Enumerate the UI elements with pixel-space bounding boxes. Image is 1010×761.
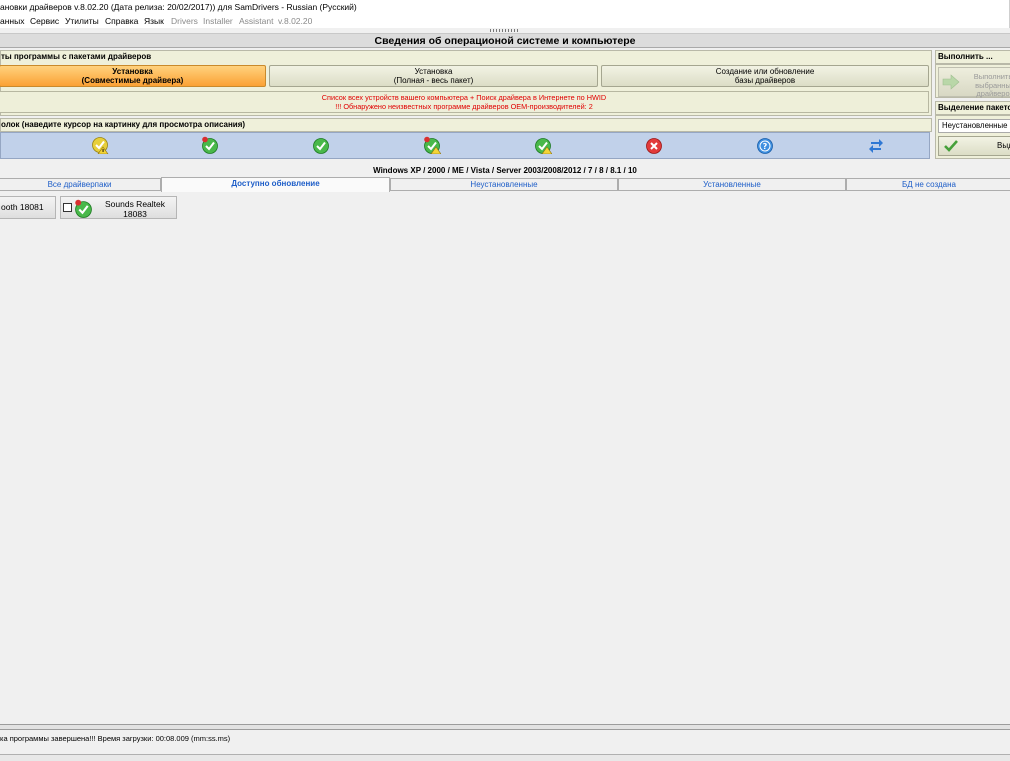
menu-language[interactable]: Язык bbox=[144, 14, 164, 28]
filter-icon-bar: ? bbox=[0, 132, 930, 159]
right-arrow-icon bbox=[942, 74, 960, 90]
warning-check-icon[interactable] bbox=[91, 136, 109, 154]
execute-line3: драйверо bbox=[976, 89, 1010, 98]
checkmark-icon bbox=[944, 140, 958, 152]
filter-panel-title: олок (наведите курсор на картинку для пр… bbox=[1, 120, 246, 129]
install-compatible-line2: (Совместимые драйвера) bbox=[81, 76, 184, 85]
package-checkbox[interactable] bbox=[63, 203, 72, 212]
svg-text:?: ? bbox=[763, 142, 768, 151]
modes-panel: ты программы с пакетами драйверов Устано… bbox=[0, 50, 932, 116]
warning-check-icon-2[interactable] bbox=[534, 136, 552, 154]
package-name: Sounds Realtek bbox=[104, 199, 165, 209]
menu-version: v.8.02.20 bbox=[278, 16, 313, 26]
install-full-line2: (Полная - весь пакет) bbox=[393, 76, 474, 85]
new-check-icon[interactable] bbox=[201, 136, 219, 154]
help-icon[interactable]: ? bbox=[756, 136, 774, 154]
new-warning-check-icon[interactable] bbox=[423, 136, 441, 154]
tab-updates-available[interactable]: Доступно обновление bbox=[161, 177, 390, 192]
package-version: 18083 bbox=[123, 209, 147, 219]
tab-strip: Все драйверпаки Доступно обновление Неус… bbox=[0, 177, 1010, 192]
modes-panel-title: ты программы с пакетами драйверов bbox=[1, 52, 152, 61]
menu-utilities[interactable]: Утилиты bbox=[65, 14, 99, 28]
install-full-line1: Установка bbox=[414, 67, 453, 76]
window-titlebar: ановки драйверов v.8.02.20 (Дата релиза:… bbox=[0, 0, 1010, 14]
footer-strip bbox=[0, 754, 1010, 761]
package-bluetooth[interactable]: ooth 18081 bbox=[0, 196, 56, 219]
filter-panel: олок (наведите курсор на картинку для пр… bbox=[0, 118, 932, 132]
tab-baseline bbox=[0, 190, 1010, 191]
create-db-line1: Создание или обновление bbox=[715, 67, 815, 76]
menu-installer: Installer bbox=[203, 16, 233, 26]
package-bluetooth-label: ooth 18081 bbox=[1, 202, 44, 212]
select-packages-button[interactable]: Выд bbox=[938, 136, 1010, 156]
install-compatible-line1: Установка bbox=[112, 67, 153, 76]
package-filter-select[interactable]: Неустановленные bbox=[938, 119, 1010, 133]
check-icon[interactable] bbox=[312, 136, 330, 154]
bottom-splitter[interactable] bbox=[0, 724, 1010, 730]
unknown-drivers-warning: !!! Обнаружено неизвестных программе дра… bbox=[335, 101, 593, 111]
status-bar: ка программы завершена!!! Время загрузки… bbox=[0, 734, 231, 743]
refresh-arrows-icon[interactable] bbox=[867, 136, 885, 154]
grip-dots bbox=[490, 29, 520, 32]
create-db-line2: базы драйверов bbox=[734, 76, 796, 85]
select-panel-title: Выделение пакето bbox=[935, 101, 1010, 115]
package-sounds-realtek[interactable]: Sounds Realtek 18083 bbox=[60, 196, 177, 219]
execute-selected-button[interactable]: Выполнить выбранны драйверо bbox=[938, 67, 1010, 98]
error-icon[interactable] bbox=[645, 136, 663, 154]
install-compatible-button[interactable]: Установка (Совместимые драйвера) bbox=[0, 65, 266, 87]
create-update-db-button[interactable]: Создание или обновление базы драйверов bbox=[601, 65, 929, 87]
menu-drivers: Drivers bbox=[171, 16, 198, 26]
install-full-button[interactable]: Установка (Полная - весь пакет) bbox=[269, 65, 598, 87]
menu-service[interactable]: Сервис bbox=[30, 14, 59, 28]
select-button-label: Выд bbox=[997, 141, 1010, 150]
menu-bar: анных Сервис Утилиты Справка Язык Driver… bbox=[0, 14, 1010, 28]
execute-panel: Выполнить выбранны драйверо bbox=[935, 64, 1010, 98]
execute-panel-title: Выполнить ... bbox=[935, 50, 1010, 64]
system-info-header[interactable]: Сведения об операционой системе и компью… bbox=[0, 34, 1010, 48]
select-panel: Неустановленные Выд bbox=[935, 115, 1010, 159]
menu-assistant: Assistant bbox=[239, 16, 274, 26]
supported-os-label: Windows XP / 2000 / ME / Vista / Server … bbox=[373, 166, 637, 175]
window-title: ановки драйверов v.8.02.20 (Дата релиза:… bbox=[0, 2, 357, 12]
menu-data[interactable]: анных bbox=[0, 14, 24, 28]
menu-help[interactable]: Справка bbox=[105, 14, 138, 28]
new-check-icon bbox=[75, 199, 92, 218]
device-list-hwid-link[interactable]: Список всех устройств вашего компьютера … bbox=[0, 91, 929, 113]
